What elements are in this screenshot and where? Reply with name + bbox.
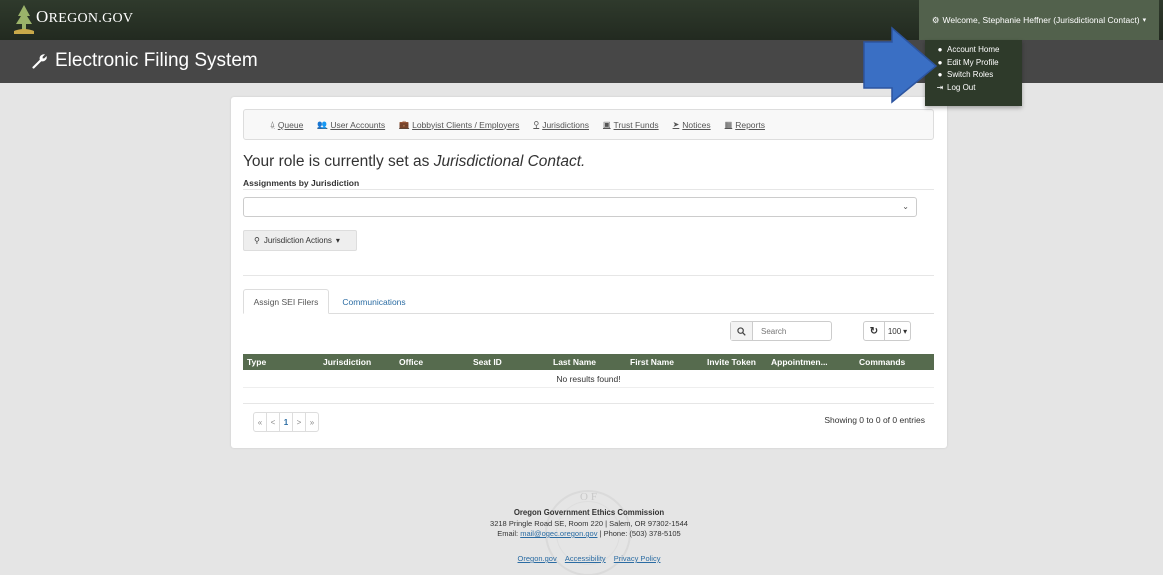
caret-down-icon: ▾ [335,236,340,245]
divider [243,403,934,404]
divider [243,275,934,276]
column-header[interactable]: Invite Token [707,354,756,370]
nav-label: Trust Funds [613,119,659,130]
money-icon: ▣ [602,120,611,129]
nav-queue[interactable]: ⍙ Queue [270,120,303,130]
tab-bar: Assign SEI Filers Communications [243,289,934,314]
menu-label: Account Home [947,44,1000,54]
prev-page-button[interactable]: < [266,412,280,432]
column-header[interactable]: Office [399,354,423,370]
footer-phone: | Phone: (503) 378-5105 [597,529,681,538]
caret-down-icon: ▾ [1142,17,1147,24]
tree-icon [14,5,34,34]
footer-link-oregon-gov[interactable]: Oregon.gov [518,554,557,563]
menu-label: Log Out [947,83,976,93]
column-header[interactable]: Appointmen... [771,354,828,370]
email-link[interactable]: mail@ogec.oregon.gov [520,529,597,538]
footer-link-accessibility[interactable]: Accessibility [565,554,606,563]
user-menu-toggle[interactable]: ⚙ Welcome, Stephanie Heffner (Jurisdicti… [919,0,1159,40]
footer-org: Oregon Government Ethics Commission [513,508,665,517]
admin-nav: ⍙ Queue 👥 User Accounts 💼 Lobbyist Clients … [243,109,934,140]
nav-user-accounts[interactable]: 👥 User Accounts [317,120,385,130]
nav-label: Jurisdictions [542,119,589,130]
actions-label: Jurisdiction Actions [263,236,332,245]
footer-address: 3218 Pringle Road SE, Room 220 | Salem, … [490,518,688,528]
next-page-button[interactable]: > [292,412,306,432]
search-input[interactable] [753,322,829,340]
jurisdiction-actions-button[interactable]: ⚲ Jurisdiction Actions ▾ [243,230,357,251]
app-brand[interactable]: Electronic Filing System [30,50,258,72]
nav-lobbyist-clients[interactable]: 💼 Lobbyist Clients / Employers [399,120,519,130]
person-pin-icon: ⚲ [533,120,540,129]
annotation-arrow-icon [863,26,938,104]
send-icon: ➤ [672,120,680,129]
column-header[interactable]: Type [247,354,266,370]
briefcase-icon: 💼 [399,120,410,129]
column-header[interactable]: Last Name [553,354,596,370]
footer-links: Oregon.gov Accessibility Privacy Policy [431,554,747,563]
nav-reports[interactable]: ▦ Reports [725,120,765,130]
role-prefix: Your role is currently set as [243,153,434,170]
table-header: Type Jurisdiction Office Seat ID Last Na… [243,354,934,370]
role-statement: Your role is currently set as Jurisdicti… [243,153,585,171]
column-header[interactable]: Seat ID [473,354,502,370]
footer: Oregon Government Ethics Commission 3218… [431,508,747,540]
table-search [730,321,832,341]
tab-assign-sei-filers[interactable]: Assign SEI Filers [243,289,329,314]
welcome-text: Welcome, Stephanie Heffner (Jurisdiction… [942,15,1140,25]
nav-label: Queue [277,119,304,130]
role-name: Jurisdictional Contact. [433,153,586,170]
nav-label: Lobbyist Clients / Employers [412,119,520,130]
first-page-button[interactable]: « [253,412,267,432]
main-panel: ⍙ Queue 👥 User Accounts 💼 Lobbyist Clients … [231,97,947,448]
nav-label: User Accounts [330,119,386,130]
column-header[interactable]: Jurisdiction [323,354,371,370]
person-pin-icon: ⚲ [254,236,260,245]
page-size-button[interactable]: 100 ▾ [884,321,911,341]
logo-text: OREGON.GOV [36,7,134,26]
oregon-gov-logo[interactable]: OREGON.GOV [14,4,133,34]
footer-contact: Email: mail@ogec.oregon.gov | Phone: (50… [431,529,747,540]
page-size-value: 100 [887,326,902,336]
entries-summary: Showing 0 to 0 of 0 entries [824,415,925,425]
last-page-button[interactable]: » [305,412,319,432]
table-empty-row: No results found! [243,370,934,388]
column-header[interactable]: First Name [630,354,674,370]
chevron-down-icon: ⌄ [902,202,909,211]
email-prefix: Email: [497,529,521,538]
nav-notices[interactable]: ➤ Notices [673,120,711,130]
caret-down-icon: ▾ [903,326,908,336]
wrench-icon [32,53,47,69]
nav-label: Notices [682,119,711,130]
users-icon: 👥 [317,120,328,129]
menu-label: Switch Roles [947,70,994,80]
inbox-icon: ⍙ [270,119,275,129]
jurisdiction-select[interactable]: ⌄ [243,197,917,217]
search-icon [731,322,753,340]
menu-label: Edit My Profile [947,57,999,67]
pagination: « < 1 > » [253,412,319,432]
app-title: Electronic Filing System [55,50,258,71]
nav-trust-funds[interactable]: ▣ Trust Funds [603,120,659,130]
assignments-label: Assignments by Jurisdiction [243,178,360,188]
table-icon: ▦ [724,120,733,129]
refresh-button[interactable]: ↻ [863,321,885,341]
page-1-button[interactable]: 1 [279,412,293,432]
top-bar: OREGON.GOV ⚙ Welcome, Stephanie Heffner … [0,0,1163,40]
nav-jurisdictions[interactable]: ⚲ Jurisdictions [533,120,589,130]
divider [243,189,934,190]
refresh-icon: ↻ [869,325,879,337]
tab-communications[interactable]: Communications [339,289,409,314]
column-header[interactable]: Commands [859,354,905,370]
footer-link-privacy-policy[interactable]: Privacy Policy [614,554,661,563]
seal-text: OF [579,491,601,503]
cogs-icon: ⚙ [931,14,940,25]
nav-label: Reports [735,119,765,130]
